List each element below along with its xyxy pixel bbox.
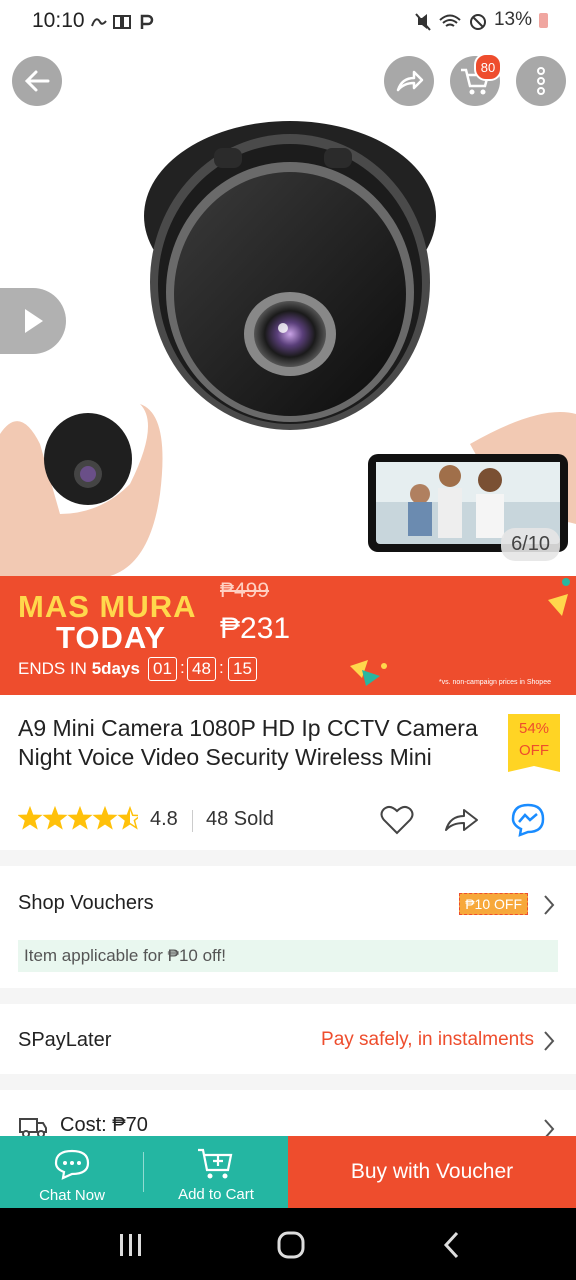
notification-icons [91, 14, 154, 29]
rating-value: 4.8 [150, 808, 178, 830]
chat-icon [54, 1149, 90, 1180]
star-rating[interactable] [18, 806, 138, 832]
fine-print: *vs. non-campaign prices in Shopee [438, 679, 551, 686]
section-divider [0, 850, 576, 866]
ends-prefix: ENDS IN [18, 659, 87, 678]
original-price: ₱499 [220, 579, 270, 602]
share-icon[interactable] [444, 806, 480, 834]
truck-icon [19, 1118, 47, 1138]
flash-label-line2: TODAY [56, 620, 167, 655]
sale-price: ₱231 [220, 612, 291, 645]
section-divider [0, 1074, 576, 1090]
spaylater-text: Pay safely, in instalments [321, 1029, 534, 1050]
star-icon [42, 806, 68, 830]
divider [143, 1152, 144, 1192]
play-video-button[interactable] [0, 288, 66, 354]
messenger-icon[interactable] [510, 802, 548, 838]
countdown-seconds: 15 [228, 657, 257, 681]
shipping-cost: Cost: ₱70 [60, 1114, 148, 1136]
more-vertical-icon [537, 67, 545, 95]
product-title: A9 Mini Camera 1080P HD Ip CCTV Camera N… [18, 715, 478, 770]
heart-icon[interactable] [380, 804, 414, 836]
divider [192, 810, 193, 832]
sold-count: 48 Sold [206, 808, 274, 830]
shop-vouchers-label: Shop Vouchers [18, 892, 154, 914]
system-status-icons [415, 13, 486, 31]
status-time: 10:10 [32, 9, 85, 32]
home-icon[interactable] [276, 1230, 306, 1260]
cart-count-badge: 80 [474, 53, 502, 81]
star-icon [18, 806, 43, 830]
recent-apps-icon[interactable] [118, 1232, 144, 1258]
countdown-minutes: 48 [187, 657, 216, 681]
more-options-button[interactable] [516, 56, 566, 106]
chevron-right-icon [544, 1119, 555, 1136]
countdown-colon: : [219, 658, 224, 677]
chat-now-button[interactable]: Chat Now [0, 1136, 144, 1208]
camera-photo [0, 121, 576, 576]
system-nav-bar [0, 1208, 576, 1280]
star-icon [67, 806, 93, 830]
play-icon [25, 309, 43, 333]
ends-in-text: ENDS IN 5days [18, 659, 140, 679]
back-arrow-icon [24, 70, 50, 92]
chevron-right-icon [544, 895, 555, 915]
discount-percent: 54% [518, 720, 550, 737]
add-cart-icon [198, 1148, 233, 1179]
back-button[interactable] [12, 56, 62, 106]
voucher-tag[interactable]: ₱10 OFF [459, 893, 528, 915]
image-counter: 6/10 [501, 528, 560, 561]
share-button[interactable] [384, 56, 434, 106]
battery-percent: 13% [493, 9, 532, 30]
battery-icon [539, 13, 548, 28]
star-icon [92, 806, 118, 830]
confetti-decoration [350, 660, 387, 686]
discount-badge: 54% OFF [508, 714, 560, 772]
add-to-cart-label: Add to Cart [178, 1186, 254, 1203]
add-to-cart-button[interactable]: Add to Cart [144, 1136, 288, 1208]
status-bar: 10:10 13% [0, 0, 576, 44]
chat-now-label: Chat Now [39, 1187, 105, 1204]
product-image[interactable]: 6/10 [0, 44, 576, 576]
chevron-right-icon [544, 1031, 555, 1051]
star-icon [117, 806, 138, 830]
confetti-decoration [548, 578, 570, 616]
share-icon [396, 70, 424, 92]
ends-days: 5days [91, 659, 140, 678]
countdown-hours: 01 [148, 657, 177, 681]
spaylater-label: SPayLater [18, 1029, 112, 1051]
countdown-colon: : [180, 658, 185, 677]
section-divider [0, 988, 576, 1004]
buy-with-voucher-button[interactable]: Buy with Voucher [288, 1136, 576, 1208]
nav-back-icon[interactable] [440, 1230, 464, 1260]
discount-word: OFF [519, 742, 549, 759]
voucher-applicable-note: Item applicable for ₱10 off! [18, 940, 558, 972]
